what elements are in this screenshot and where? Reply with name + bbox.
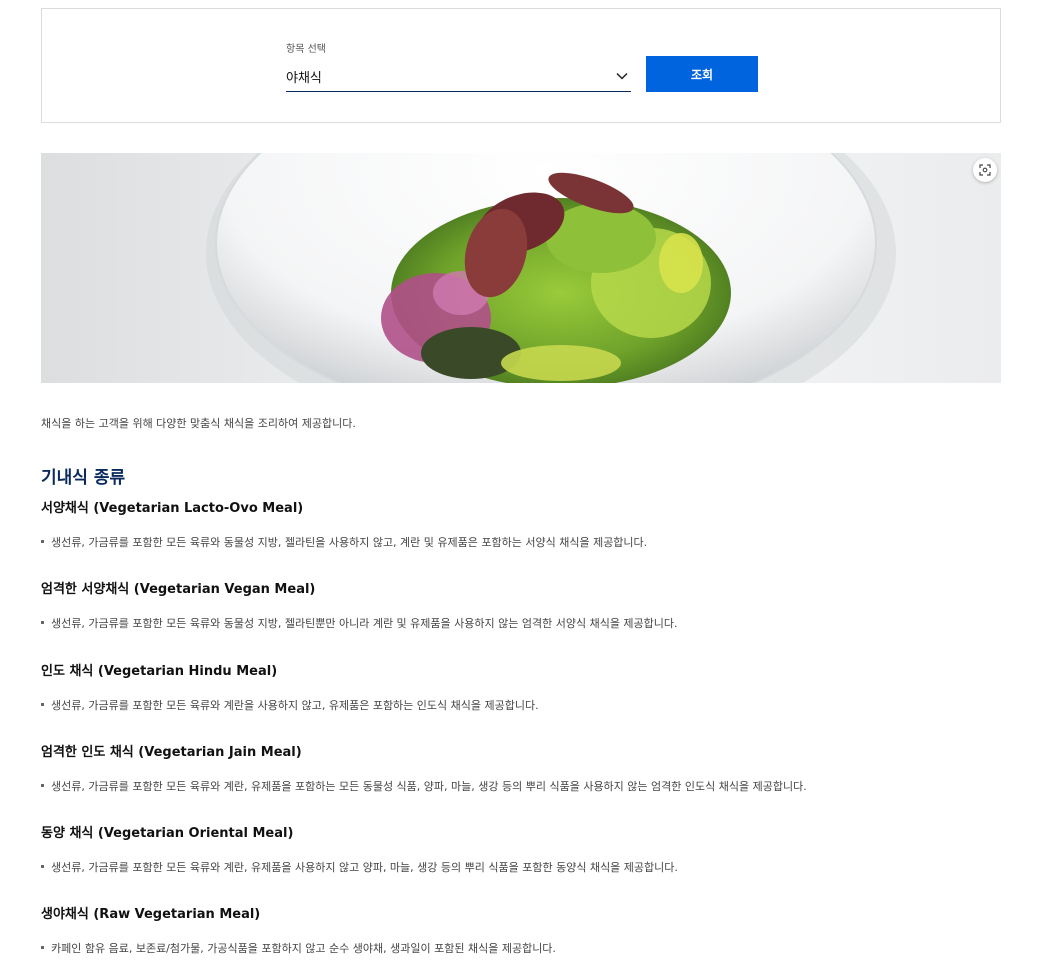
meal-description: 카페인 함유 음료, 보존료/첨가물, 가공식품을 포함하지 않고 순수 생야채… [41, 940, 1001, 956]
meal-description: 생선류, 가금류를 포함한 모든 육류와 계란, 유제품을 포함하는 모든 동물… [41, 778, 1001, 794]
bullet-icon [41, 540, 44, 543]
section-title: 기내식 종류 [41, 468, 126, 488]
bullet-icon [41, 621, 44, 624]
meal-description-text: 카페인 함유 음료, 보존료/첨가물, 가공식품을 포함하지 않고 순수 생야채… [51, 942, 556, 955]
meal-item: 인도 채식 (Vegetarian Hindu Meal) 생선류, 가금류를 … [41, 660, 1001, 713]
meal-item: 엄격한 서양채식 (Vegetarian Vegan Meal) 생선류, 가금… [41, 578, 1001, 631]
filter-panel: 항목 선택 야채식 조회 [41, 8, 1001, 123]
meal-description-text: 생선류, 가금류를 포함한 모든 육류와 계란, 유제품을 사용하지 않고 양파… [51, 861, 678, 874]
select-value: 야채식 [286, 71, 322, 86]
salad-illustration [206, 153, 896, 383]
zoom-button[interactable] [973, 158, 997, 182]
meal-title: 생야채식 (Raw Vegetarian Meal) [41, 907, 261, 922]
meal-description-text: 생선류, 가금류를 포함한 모든 육류와 계란, 유제품을 포함하는 모든 동물… [51, 780, 807, 793]
bullet-icon [41, 946, 44, 949]
bullet-icon [41, 703, 44, 706]
search-button[interactable]: 조회 [646, 56, 758, 92]
meal-title: 인도 채식 (Vegetarian Hindu Meal) [41, 664, 278, 679]
meal-item: 생야채식 (Raw Vegetarian Meal) 카페인 함유 음료, 보존… [41, 903, 1001, 956]
chevron-down-icon [615, 68, 629, 82]
meal-description: 생선류, 가금류를 포함한 모든 육류와 계란, 유제품을 사용하지 않고 양파… [41, 859, 1001, 875]
meal-title: 엄격한 인도 채식 (Vegetarian Jain Meal) [41, 745, 302, 760]
meal-item: 엄격한 인도 채식 (Vegetarian Jain Meal) 생선류, 가금… [41, 741, 1001, 794]
meal-description-text: 생선류, 가금류를 포함한 모든 육류와 계란을 사용하지 않고, 유제품은 포… [51, 699, 539, 712]
meal-title: 서양채식 (Vegetarian Lacto-Ovo Meal) [41, 501, 304, 516]
bullet-icon [41, 784, 44, 787]
hero-image [41, 153, 1001, 383]
meal-title: 동양 채식 (Vegetarian Oriental Meal) [41, 826, 294, 841]
meal-description: 생선류, 가금류를 포함한 모든 육류와 동물성 지방, 젤라틴을 사용하지 않… [41, 534, 1001, 550]
meal-description-text: 생선류, 가금류를 포함한 모든 육류와 동물성 지방, 젤라틴뿐만 아니라 계… [51, 617, 678, 630]
bullet-icon [41, 865, 44, 868]
intro-text: 채식을 하는 고객을 위해 다양한 맞춤식 채식을 조리하여 제공합니다. [41, 417, 356, 430]
meal-title: 엄격한 서양채식 (Vegetarian Vegan Meal) [41, 582, 316, 597]
select-label: 항목 선택 [286, 44, 326, 55]
meal-description: 생선류, 가금류를 포함한 모든 육류와 동물성 지방, 젤라틴뿐만 아니라 계… [41, 615, 1001, 631]
meal-item: 동양 채식 (Vegetarian Oriental Meal) 생선류, 가금… [41, 822, 1001, 875]
meal-type-select[interactable]: 야채식 [286, 62, 631, 92]
meal-description-text: 생선류, 가금류를 포함한 모든 육류와 동물성 지방, 젤라틴을 사용하지 않… [51, 536, 648, 549]
meal-item: 서양채식 (Vegetarian Lacto-Ovo Meal) 생선류, 가금… [41, 497, 1001, 550]
meal-description: 생선류, 가금류를 포함한 모든 육류와 계란을 사용하지 않고, 유제품은 포… [41, 697, 1001, 713]
